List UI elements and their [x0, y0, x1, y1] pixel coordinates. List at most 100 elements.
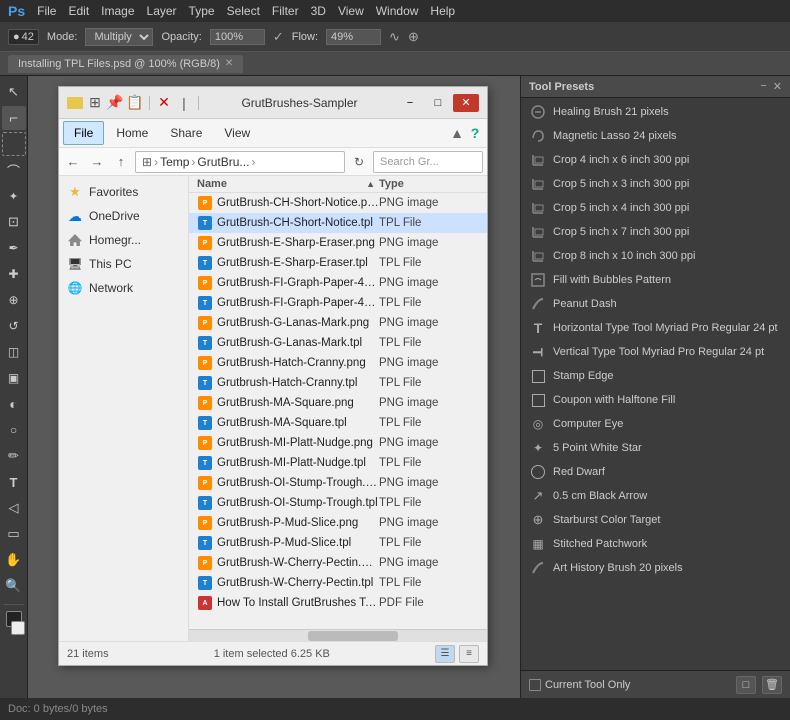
- tool-lasso[interactable]: ⌒: [2, 158, 26, 182]
- background-color[interactable]: [11, 621, 25, 635]
- tool-path-select[interactable]: ◁: [2, 496, 26, 520]
- table-row[interactable]: P GrutBrush-MI-Platt-Nudge.png PNG image: [189, 433, 487, 453]
- table-row[interactable]: T GrutBrush-CH-Short-Notice.tpl TPL File: [189, 213, 487, 233]
- tool-eyedropper[interactable]: ✒: [2, 236, 26, 260]
- table-row[interactable]: T GrutBrush-OI-Stump-Trough.tpl TPL File: [189, 493, 487, 513]
- tool-shape[interactable]: ▭: [2, 522, 26, 546]
- table-row[interactable]: A How To Install GrutBrushes Tool ... PD…: [189, 593, 487, 613]
- minimize-button[interactable]: −: [397, 94, 423, 112]
- scrollbar-thumb[interactable]: [308, 631, 397, 641]
- mode-select[interactable]: Multiply: [85, 28, 153, 46]
- menu-type[interactable]: Type: [189, 4, 215, 18]
- preset-item[interactable]: Stitched Patchwork: [521, 532, 790, 556]
- menu-window[interactable]: Window: [376, 4, 419, 18]
- tool-hand[interactable]: ✋: [2, 548, 26, 572]
- panel-collapse-button[interactable]: −: [760, 80, 766, 93]
- menu-layer[interactable]: Layer: [147, 4, 177, 18]
- menu-select[interactable]: Select: [227, 4, 260, 18]
- preset-item[interactable]: Crop 5 inch x 7 inch 300 ppi: [521, 220, 790, 244]
- menu-view[interactable]: View: [338, 4, 364, 18]
- menu-edit[interactable]: Edit: [68, 4, 89, 18]
- table-row[interactable]: T Grutbrush-Hatch-Cranny.tpl TPL File: [189, 373, 487, 393]
- col-type-header[interactable]: Type: [379, 178, 479, 190]
- preset-item[interactable]: Computer Eye: [521, 412, 790, 436]
- nav-thispc[interactable]: This PC: [59, 252, 188, 276]
- preset-item[interactable]: T Vertical Type Tool Myriad Pro Regular …: [521, 340, 790, 364]
- tool-stamp[interactable]: ⊕: [2, 288, 26, 312]
- current-tool-checkbox[interactable]: [529, 679, 541, 691]
- tool-eraser[interactable]: ◫: [2, 340, 26, 364]
- menu-help[interactable]: Help: [430, 4, 455, 18]
- preset-item[interactable]: T Horizontal Type Tool Myriad Pro Regula…: [521, 316, 790, 340]
- preset-item[interactable]: Coupon with Halftone Fill: [521, 388, 790, 412]
- nav-delete-icon[interactable]: ✕: [156, 95, 172, 111]
- preset-item[interactable]: 0.5 cm Black Arrow: [521, 484, 790, 508]
- close-button[interactable]: ✕: [453, 94, 479, 112]
- panel-close-button[interactable]: ✕: [773, 80, 782, 93]
- flow-input[interactable]: [326, 29, 381, 45]
- tool-move[interactable]: ↖: [2, 80, 26, 104]
- tool-history-brush[interactable]: ↺: [2, 314, 26, 338]
- up-button[interactable]: ↑: [111, 152, 131, 172]
- preset-item[interactable]: Art History Brush 20 pixels: [521, 556, 790, 580]
- new-preset-button[interactable]: □: [736, 676, 756, 694]
- delete-preset-button[interactable]: 🗑: [762, 676, 782, 694]
- preset-item[interactable]: Magnetic Lasso 24 pixels: [521, 124, 790, 148]
- menu-image[interactable]: Image: [101, 4, 134, 18]
- nav-homegr[interactable]: Homegr...: [59, 228, 188, 252]
- ribbon-tab-file[interactable]: File: [63, 121, 104, 145]
- tool-pen[interactable]: ✏: [2, 444, 26, 468]
- table-row[interactable]: T GrutBrush-MI-Platt-Nudge.tpl TPL File: [189, 453, 487, 473]
- preset-item[interactable]: Red Dwarf: [521, 460, 790, 484]
- document-tab[interactable]: Installing TPL Files.psd @ 100% (RGB/8) …: [8, 55, 243, 73]
- preset-item[interactable]: Healing Brush 21 pixels: [521, 100, 790, 124]
- nav-onedrive[interactable]: OneDrive: [59, 204, 188, 228]
- preset-item[interactable]: 5 Point White Star: [521, 436, 790, 460]
- nav-favorites[interactable]: Favorites: [59, 180, 188, 204]
- table-row[interactable]: T GrutBrush-MA-Square.tpl TPL File: [189, 413, 487, 433]
- menu-3d[interactable]: 3D: [311, 4, 326, 18]
- maximize-button[interactable]: □: [425, 94, 451, 112]
- list-view-button[interactable]: ☰: [435, 645, 455, 663]
- tool-magic-wand[interactable]: ✦: [2, 184, 26, 208]
- tool-blur[interactable]: ◐: [2, 392, 26, 416]
- preset-item[interactable]: Crop 8 inch x 10 inch 300 ppi: [521, 244, 790, 268]
- preset-item[interactable]: Fill with Bubbles Pattern: [521, 268, 790, 292]
- preset-item[interactable]: Starburst Color Target: [521, 508, 790, 532]
- ribbon-help-icon[interactable]: ?: [467, 125, 483, 141]
- nav-rename-icon[interactable]: |: [176, 95, 192, 111]
- table-row[interactable]: T GrutBrush-G-Lanas-Mark.tpl TPL File: [189, 333, 487, 353]
- table-row[interactable]: P GrutBrush-P-Mud-Slice.png PNG image: [189, 513, 487, 533]
- nav-expand-icon[interactable]: ⊞: [87, 95, 103, 111]
- tool-heal[interactable]: ✚: [2, 262, 26, 286]
- tool-type[interactable]: T: [2, 470, 26, 494]
- menu-filter[interactable]: Filter: [272, 4, 299, 18]
- table-row[interactable]: P GrutBrush-W-Cherry-Pectin.png PNG imag…: [189, 553, 487, 573]
- nav-pin-icon[interactable]: 📌: [107, 95, 123, 111]
- tool-select-rect[interactable]: [2, 132, 26, 156]
- preset-item[interactable]: Stamp Edge: [521, 364, 790, 388]
- tool-brush[interactable]: ⌐: [2, 106, 26, 130]
- tool-zoom[interactable]: 🔍: [2, 574, 26, 598]
- tool-gradient[interactable]: ▣: [2, 366, 26, 390]
- ribbon-tab-share[interactable]: Share: [160, 122, 212, 144]
- table-row[interactable]: T GrutBrush-E-Sharp-Eraser.tpl TPL File: [189, 253, 487, 273]
- preset-item[interactable]: Crop 5 inch x 4 inch 300 ppi: [521, 196, 790, 220]
- table-row[interactable]: P GrutBrush-E-Sharp-Eraser.png PNG image: [189, 233, 487, 253]
- table-row[interactable]: T GrutBrush-P-Mud-Slice.tpl TPL File: [189, 533, 487, 553]
- refresh-button[interactable]: ↻: [349, 152, 369, 172]
- table-row[interactable]: T GrutBrush-W-Cherry-Pectin.tpl TPL File: [189, 573, 487, 593]
- address-breadcrumb[interactable]: ⊞ › Temp › GrutBru... ›: [135, 151, 345, 173]
- col-name-header[interactable]: Name: [197, 178, 366, 190]
- tool-dodge[interactable]: ○: [2, 418, 26, 442]
- nav-copy-icon[interactable]: 📋: [127, 95, 143, 111]
- current-tool-checkbox-area[interactable]: Current Tool Only: [529, 679, 630, 691]
- ribbon-expand-icon[interactable]: ▲: [449, 125, 465, 141]
- search-box[interactable]: Search Gr...: [373, 151, 483, 173]
- table-row[interactable]: P GrutBrush-G-Lanas-Mark.png PNG image: [189, 313, 487, 333]
- table-row[interactable]: P GrutBrush-MA-Square.png PNG image: [189, 393, 487, 413]
- tool-crop[interactable]: ⊡: [2, 210, 26, 234]
- ribbon-tab-view[interactable]: View: [214, 122, 260, 144]
- opacity-input[interactable]: [210, 29, 265, 45]
- horizontal-scrollbar[interactable]: [189, 629, 487, 641]
